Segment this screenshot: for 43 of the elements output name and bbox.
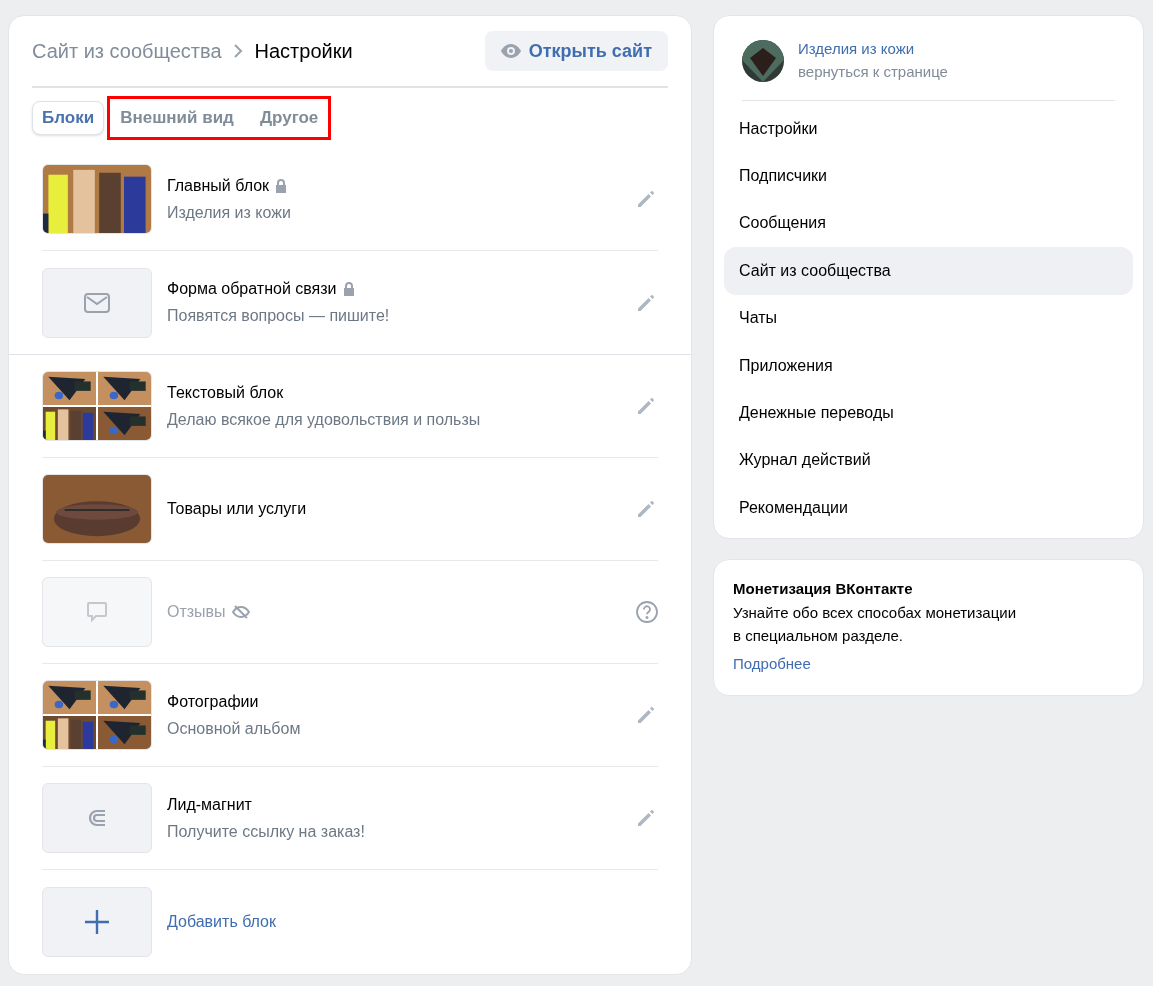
- help-icon[interactable]: [636, 601, 658, 623]
- avatar: [742, 39, 784, 82]
- pencil-icon[interactable]: [636, 292, 656, 313]
- block-row[interactable]: Фотографии Основной альбом: [42, 664, 658, 767]
- eye-icon: [500, 44, 521, 58]
- open-site-button[interactable]: Открыть сайт: [484, 31, 668, 71]
- block-subtitle: Получите ссылку на заказ!: [167, 821, 366, 842]
- block-subtitle: Основной альбом: [167, 718, 302, 739]
- pencil-icon[interactable]: [636, 808, 656, 828]
- pencil-icon[interactable]: [636, 189, 656, 209]
- block-subtitle: Появятся вопросы — пишите!: [167, 306, 391, 326]
- pencil-icon[interactable]: [636, 705, 656, 725]
- chevron-right-icon: [233, 44, 243, 58]
- plus-icon: [84, 908, 110, 935]
- block-title: Лид-магнит: [167, 794, 252, 815]
- pencil-icon[interactable]: [636, 396, 656, 416]
- more-link[interactable]: Подробнее: [733, 652, 1124, 675]
- block-title: Главный блок: [167, 175, 270, 196]
- promo-text: Узнайте обо всех способах монетизации: [733, 602, 1018, 623]
- block-row[interactable]: Товары или услуги: [42, 458, 658, 561]
- block-title: Товары или услуги: [167, 499, 307, 519]
- pencil-icon[interactable]: [636, 499, 656, 519]
- block-title: Отзывы: [167, 602, 226, 622]
- page-title: Настройки: [254, 39, 353, 64]
- promo-title: Монетизация ВКонтакте: [733, 579, 914, 599]
- tab[interactable]: Блоки: [32, 101, 105, 135]
- block-row[interactable]: Добавить блок: [42, 870, 658, 973]
- block-row[interactable]: Текстовый блок Делаю всякое для удовольствия и пользы: [42, 355, 658, 458]
- speech-bubble-icon: [85, 600, 109, 624]
- block-title: Фотографии: [167, 691, 259, 712]
- block-subtitle: Изделия из кожи: [167, 202, 292, 223]
- promo-text: в специальном разделе.: [733, 625, 904, 646]
- menu-item[interactable]: Сайт из сообщества: [724, 247, 1133, 295]
- block-title: Текстовый блок: [167, 382, 284, 403]
- block-title: Форма обратной связи: [167, 279, 337, 299]
- block-row[interactable]: Лид-магнит Получите ссылку на заказ!: [42, 767, 658, 870]
- add-block-link[interactable]: Добавить блок: [167, 909, 658, 934]
- envelope-icon: [84, 292, 110, 313]
- block-row[interactable]: Форма обратной связи Появятся вопросы — пишите!: [42, 251, 658, 354]
- block-subtitle: Делаю всякое для удовольствия и пользы: [167, 409, 482, 430]
- eye-crossed-icon: [231, 605, 250, 619]
- community-name[interactable]: Изделия из кожи: [798, 38, 948, 61]
- block-row[interactable]: Главный блок Изделия из кожи: [42, 148, 658, 251]
